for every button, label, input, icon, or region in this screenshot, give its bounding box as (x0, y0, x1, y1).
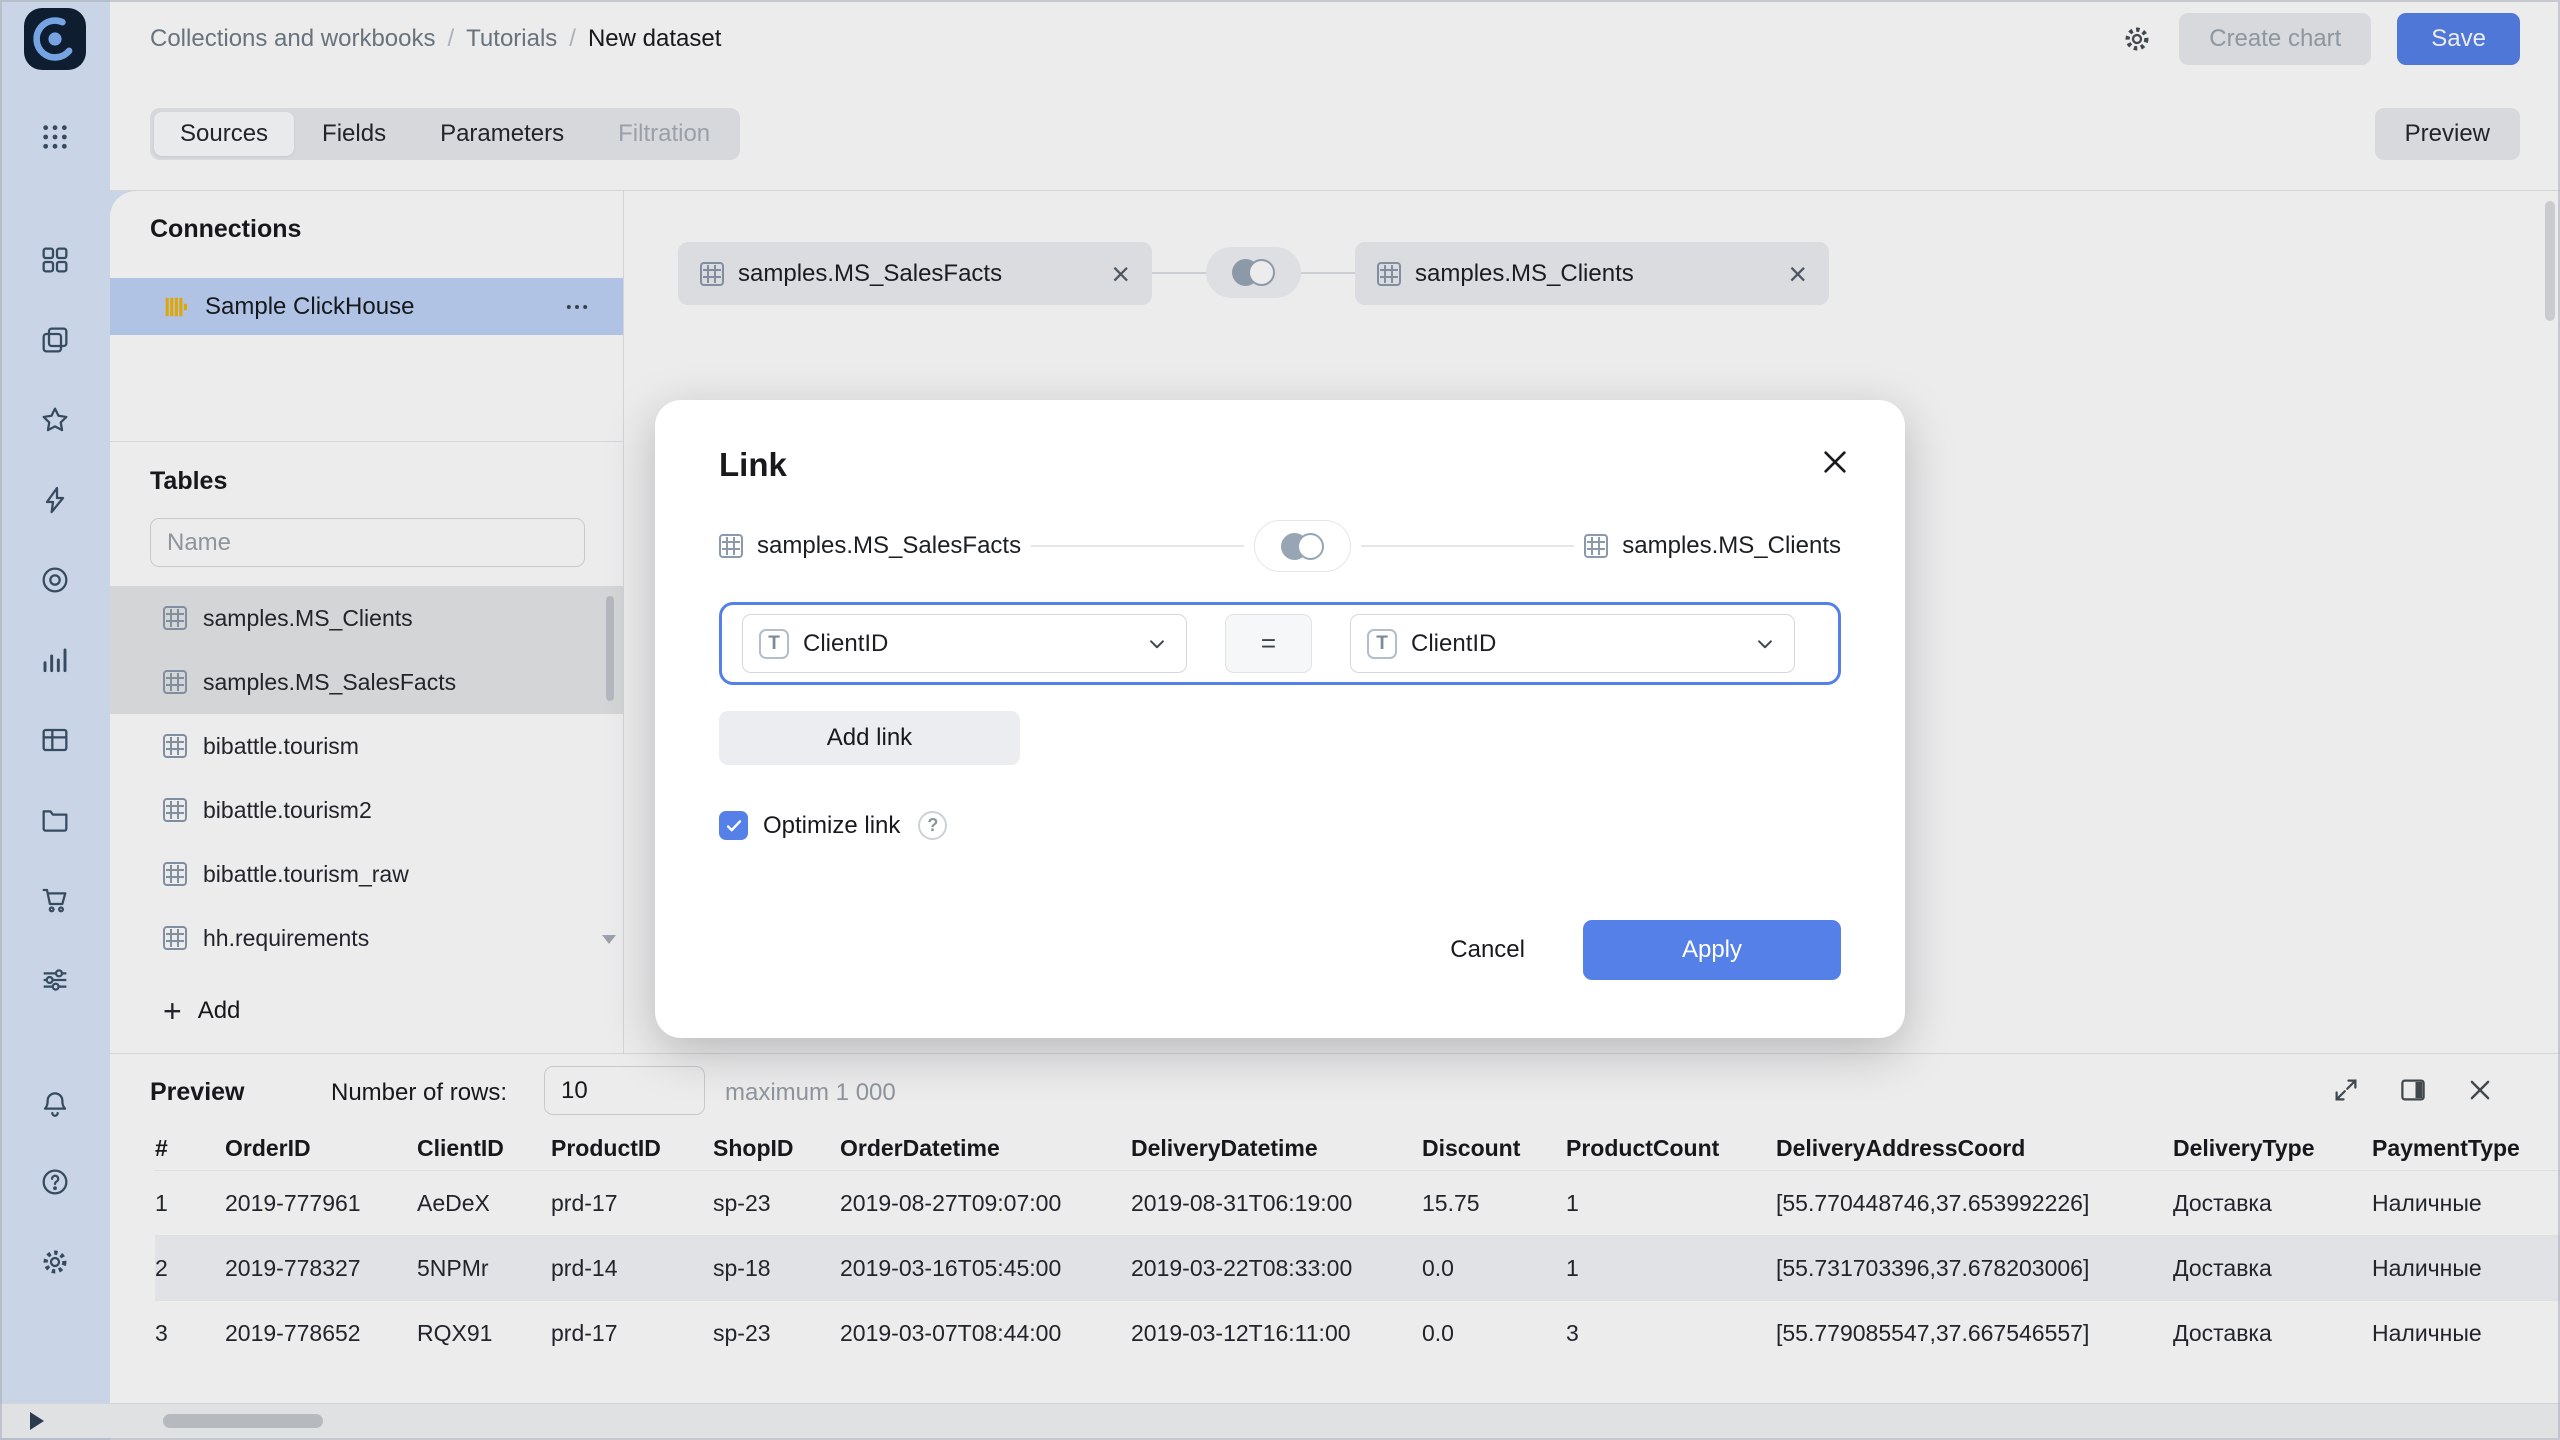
dialog-footer: Cancel Apply (719, 920, 1841, 980)
connector-line (1031, 545, 1244, 547)
help-icon[interactable]: ? (918, 811, 947, 840)
string-type-icon: T (759, 629, 789, 659)
optimize-checkbox[interactable] (719, 811, 748, 840)
right-field-select[interactable]: T ClientID (1350, 614, 1795, 673)
add-link-button[interactable]: Add link (719, 711, 1020, 765)
connector-line (1361, 545, 1574, 547)
string-type-icon: T (1367, 629, 1397, 659)
apply-button[interactable]: Apply (1583, 920, 1841, 980)
close-dialog-icon[interactable] (1817, 444, 1853, 480)
chevron-down-icon (1752, 631, 1778, 657)
datalens-dataset-editor: Collections and workbooks / Tutorials / … (0, 0, 2560, 1440)
cancel-button[interactable]: Cancel (1418, 921, 1557, 979)
table-icon (719, 534, 743, 558)
left-field-select[interactable]: T ClientID (742, 614, 1187, 673)
table-icon (1584, 534, 1608, 558)
selected-field: ClientID (1411, 630, 1752, 658)
optimize-link-row: Optimize link ? (719, 811, 1841, 840)
left-table-name: samples.MS_SalesFacts (757, 532, 1021, 560)
operator-select[interactable]: = (1225, 614, 1312, 673)
optimize-label: Optimize link (763, 812, 900, 840)
chevron-down-icon (1144, 631, 1170, 657)
inner-join-icon (1281, 533, 1324, 560)
right-table-name: samples.MS_Clients (1622, 532, 1841, 560)
selected-field: ClientID (803, 630, 1144, 658)
join-type-button[interactable] (1254, 520, 1351, 572)
linked-tables-row: samples.MS_SalesFacts samples.MS_Clients (719, 520, 1841, 572)
link-condition-row: T ClientID = T ClientID (719, 602, 1841, 685)
dialog-title: Link (719, 446, 1841, 484)
link-dialog: Link samples.MS_SalesFacts samples.MS_Cl… (655, 400, 1905, 1038)
